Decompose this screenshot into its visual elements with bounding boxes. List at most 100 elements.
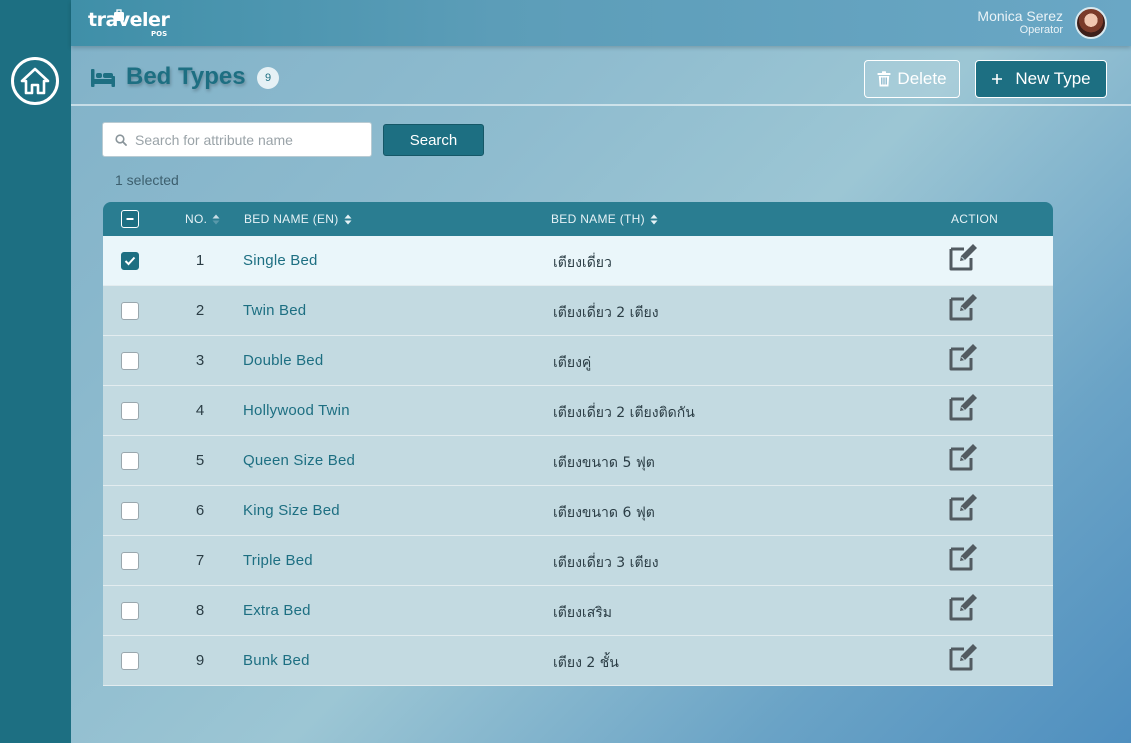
sort-icon bbox=[344, 214, 352, 224]
row-checkbox[interactable] bbox=[121, 352, 139, 370]
row-checkbox[interactable] bbox=[121, 552, 139, 570]
row-checkbox[interactable] bbox=[121, 602, 139, 620]
bed-name-th: เตียงเสริม bbox=[553, 605, 612, 621]
row-checkbox[interactable] bbox=[121, 502, 139, 520]
page-title: Bed Types bbox=[126, 63, 246, 90]
row-number: 2 bbox=[195, 302, 205, 319]
edit-icon bbox=[949, 594, 977, 621]
top-bar: traveler POS Monica Serez Operator bbox=[71, 0, 1131, 46]
table-row[interactable]: 4 Hollywood Twin เตียงเดี่ยว 2 เตียงติดก… bbox=[103, 386, 1053, 436]
edit-icon bbox=[949, 344, 977, 371]
bed-name-th: เตียงเดี่ยว 3 เตียง bbox=[553, 555, 659, 571]
bed-name-th: เตียง 2 ชั้น bbox=[553, 655, 619, 671]
logo-subtext: POS bbox=[151, 30, 168, 38]
row-checkbox[interactable] bbox=[121, 252, 139, 270]
side-rail bbox=[0, 0, 71, 743]
bed-types-table: NO. BED NAME (EN) BED NAME (TH) ACTION 1… bbox=[103, 202, 1053, 686]
table-body: 1 Single Bed เตียงเดี่ยว 2 Twin Bed เตีย… bbox=[103, 236, 1053, 686]
delete-button[interactable]: Delete bbox=[864, 60, 960, 98]
column-no[interactable]: NO. bbox=[185, 212, 220, 226]
bed-name-en[interactable]: Twin Bed bbox=[243, 302, 306, 319]
row-number: 7 bbox=[195, 552, 205, 569]
row-checkbox[interactable] bbox=[121, 402, 139, 420]
bed-name-th: เตียงเดี่ยว 2 เตียงติดกัน bbox=[553, 405, 695, 421]
sort-icon bbox=[212, 214, 220, 224]
bed-name-en[interactable]: Triple Bed bbox=[243, 552, 313, 569]
home-button[interactable] bbox=[11, 57, 59, 105]
new-type-button-label: New Type bbox=[1015, 69, 1091, 88]
column-bed-name-en-label: BED NAME (EN) bbox=[244, 212, 339, 226]
edit-button[interactable] bbox=[948, 542, 980, 572]
table-row[interactable]: 3 Double Bed เตียงคู่ bbox=[103, 336, 1053, 386]
bed-name-th: เตียงขนาด 5 ฟุต bbox=[553, 455, 655, 471]
user-role: Operator bbox=[1019, 24, 1063, 36]
table-row[interactable]: 6 King Size Bed เตียงขนาด 6 ฟุต bbox=[103, 486, 1053, 536]
search-icon bbox=[115, 134, 127, 146]
delete-button-label: Delete bbox=[897, 69, 947, 88]
plus-icon bbox=[992, 74, 1003, 84]
table-row[interactable]: 1 Single Bed เตียงเดี่ยว bbox=[103, 236, 1053, 286]
bed-name-en[interactable]: Queen Size Bed bbox=[243, 452, 355, 469]
edit-button[interactable] bbox=[948, 242, 980, 272]
edit-button[interactable] bbox=[948, 592, 980, 622]
table-row[interactable]: 5 Queen Size Bed เตียงขนาด 5 ฟุต bbox=[103, 436, 1053, 486]
edit-icon bbox=[949, 544, 977, 571]
row-number: 3 bbox=[195, 352, 205, 369]
bed-name-en[interactable]: Extra Bed bbox=[243, 602, 311, 619]
column-action: ACTION bbox=[951, 212, 998, 226]
bed-name-en[interactable]: Double Bed bbox=[243, 352, 323, 369]
select-all-checkbox[interactable] bbox=[121, 210, 139, 228]
selection-count: 1 selected bbox=[115, 172, 179, 188]
row-number: 8 bbox=[195, 602, 205, 619]
table-row[interactable]: 8 Extra Bed เตียงเสริม bbox=[103, 586, 1053, 636]
row-number: 1 bbox=[195, 252, 205, 269]
table-row[interactable]: 7 Triple Bed เตียงเดี่ยว 3 เตียง bbox=[103, 536, 1053, 586]
search-input[interactable] bbox=[135, 129, 365, 151]
edit-icon bbox=[949, 644, 977, 671]
table-header: NO. BED NAME (EN) BED NAME (TH) ACTION bbox=[103, 202, 1053, 236]
bed-name-th: เตียงขนาด 6 ฟุต bbox=[553, 505, 655, 521]
bed-name-th: เตียงเดี่ยว 2 เตียง bbox=[553, 305, 659, 321]
new-type-button[interactable]: New Type bbox=[975, 60, 1107, 98]
bed-name-en[interactable]: Bunk Bed bbox=[243, 652, 310, 669]
column-no-label: NO. bbox=[185, 212, 208, 226]
row-number: 6 bbox=[195, 502, 205, 519]
trash-icon bbox=[877, 71, 891, 87]
bed-name-th: เตียงคู่ bbox=[553, 355, 592, 371]
row-number: 4 bbox=[195, 402, 205, 419]
edit-button[interactable] bbox=[948, 492, 980, 522]
avatar[interactable] bbox=[1075, 7, 1107, 39]
edit-icon bbox=[949, 244, 977, 271]
row-checkbox[interactable] bbox=[121, 652, 139, 670]
column-action-label: ACTION bbox=[951, 212, 999, 226]
suitcase-icon bbox=[114, 9, 124, 21]
column-bed-name-en[interactable]: BED NAME (EN) bbox=[244, 212, 352, 226]
bed-name-en[interactable]: Hollywood Twin bbox=[243, 402, 350, 419]
logo-text: traveler bbox=[88, 9, 170, 31]
row-number: 5 bbox=[195, 452, 205, 469]
edit-button[interactable] bbox=[948, 342, 980, 372]
bed-name-en[interactable]: King Size Bed bbox=[243, 502, 340, 519]
row-checkbox[interactable] bbox=[121, 302, 139, 320]
minus-icon bbox=[126, 218, 134, 220]
column-bed-name-th-label: BED NAME (TH) bbox=[551, 212, 645, 226]
column-bed-name-th[interactable]: BED NAME (TH) bbox=[551, 212, 658, 226]
count-badge: 9 bbox=[257, 67, 279, 89]
row-number: 9 bbox=[195, 652, 205, 669]
table-row[interactable]: 2 Twin Bed เตียงเดี่ยว 2 เตียง bbox=[103, 286, 1053, 336]
bed-name-en[interactable]: Single Bed bbox=[243, 252, 318, 269]
table-row[interactable]: 9 Bunk Bed เตียง 2 ชั้น bbox=[103, 636, 1053, 686]
edit-icon bbox=[949, 494, 977, 521]
edit-button[interactable] bbox=[948, 442, 980, 472]
user-info[interactable]: Monica Serez Operator bbox=[977, 8, 1063, 36]
row-checkbox[interactable] bbox=[121, 452, 139, 470]
search-button[interactable]: Search bbox=[383, 124, 484, 156]
edit-button[interactable] bbox=[948, 642, 980, 672]
bed-name-th: เตียงเดี่ยว bbox=[553, 255, 612, 271]
edit-icon bbox=[949, 294, 977, 321]
search-box bbox=[102, 122, 372, 157]
bed-icon bbox=[91, 69, 115, 87]
edit-button[interactable] bbox=[948, 292, 980, 322]
app-logo[interactable]: traveler POS bbox=[88, 9, 170, 38]
edit-button[interactable] bbox=[948, 392, 980, 422]
